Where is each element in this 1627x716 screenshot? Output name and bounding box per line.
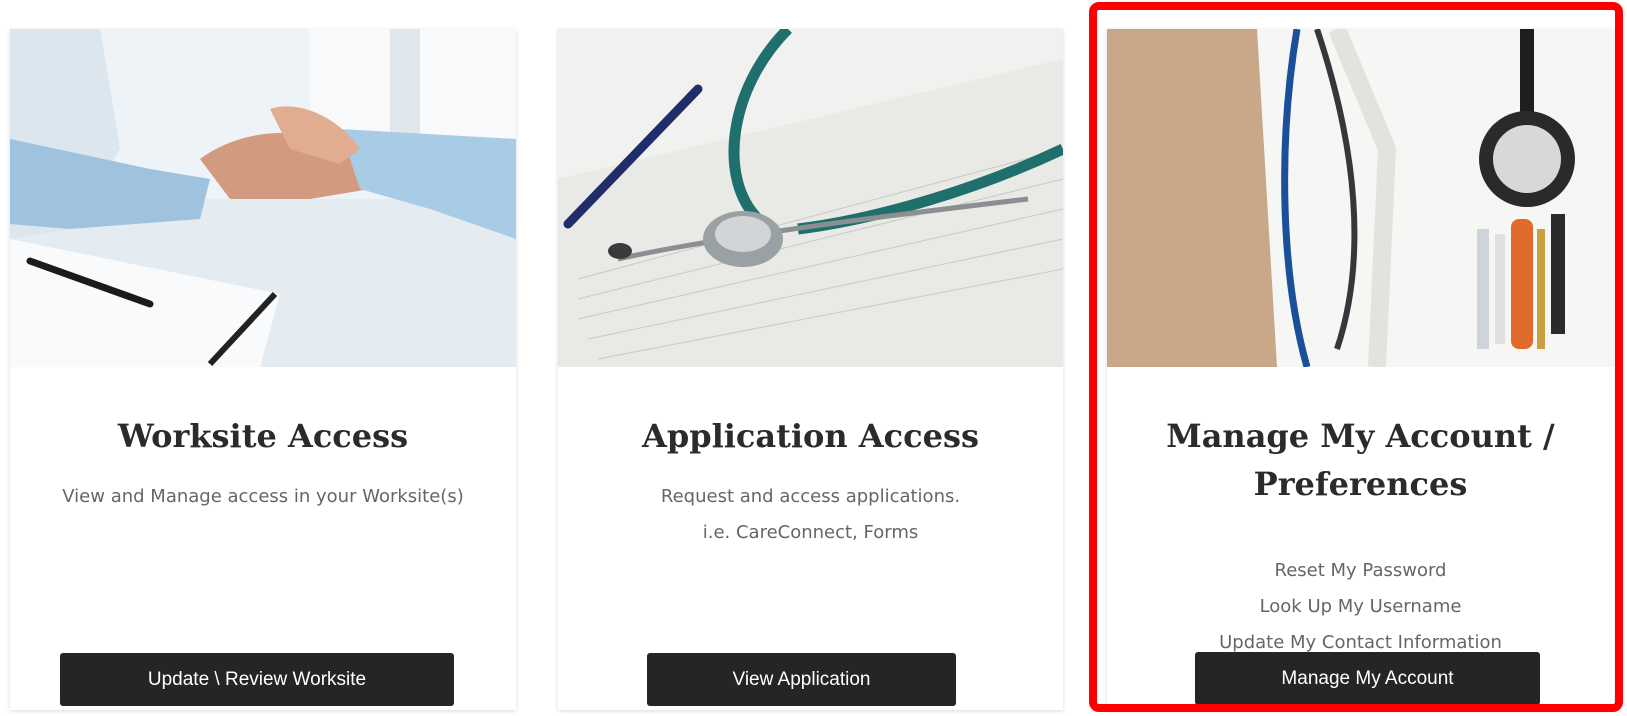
card-manage-my-account: Manage My Account / Preferences Reset My… [1107, 29, 1614, 710]
card-application-access: Application Access Request and access ap… [558, 29, 1063, 710]
card-title: Application Access [642, 417, 979, 455]
doctor-coat-stethoscope-photo [1107, 29, 1614, 367]
card-worksite-access: Worksite Access View and Manage access i… [10, 29, 516, 710]
reset-password-text: Reset My Password [1274, 560, 1447, 581]
view-application-button[interactable]: View Application [647, 653, 956, 706]
stethoscope-on-forms-photo [558, 29, 1063, 367]
look-up-username-text: Look Up My Username [1259, 596, 1462, 617]
card-description: Reset My Password Look Up My Username Up… [1117, 553, 1604, 661]
description-line: Request and access applications. [660, 486, 961, 507]
description-line: View and Manage access in your Worksite(… [62, 486, 464, 507]
card-description: Request and access applications. i.e. Ca… [568, 479, 1053, 551]
doctor-patient-handshake-photo [10, 29, 516, 367]
manage-my-account-button[interactable]: Manage My Account [1195, 652, 1540, 705]
card-title: Worksite Access [117, 417, 409, 455]
description-line: i.e. CareConnect, Forms [702, 522, 919, 543]
card-title: Manage My Account / Preferences [1166, 417, 1555, 503]
update-review-worksite-button[interactable]: Update \ Review Worksite [60, 653, 454, 706]
card-description: View and Manage access in your Worksite(… [20, 479, 506, 515]
